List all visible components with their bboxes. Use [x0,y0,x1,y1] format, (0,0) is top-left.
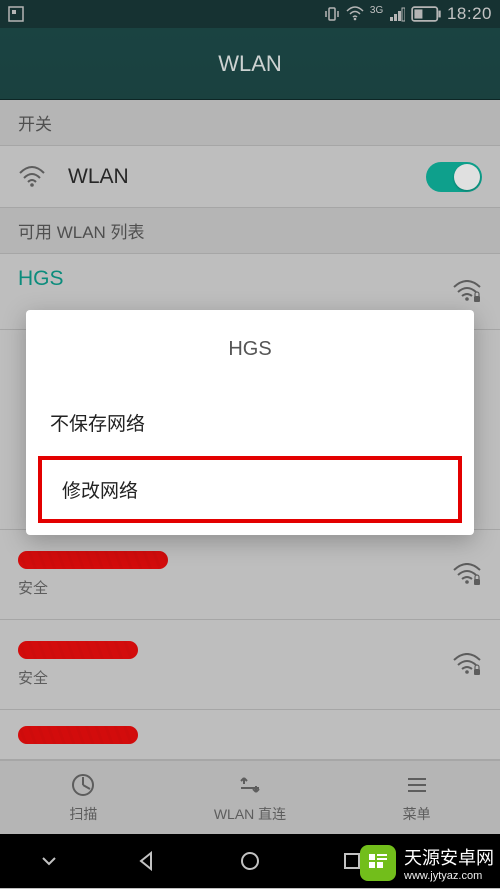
network-row[interactable]: 安全 [0,620,500,710]
scan-icon [70,772,96,798]
tab-label: WLAN 直连 [214,804,286,824]
page-title: WLAN [218,51,282,77]
wifi-icon [18,166,46,188]
network-row[interactable]: HGS [0,254,500,330]
nav-expand-icon[interactable] [39,851,59,871]
network-row[interactable] [0,710,500,760]
title-bar: WLAN [0,28,500,100]
network-type: 3G [370,6,383,22]
bottom-tabs: 扫描 WLAN 直连 菜单 [0,760,500,834]
wlan-toggle-row[interactable]: WLAN [0,146,500,208]
redacted-ssid [18,551,168,569]
wifi-icon [346,6,364,22]
network-sub [18,299,64,316]
direct-icon [237,772,263,798]
watermark: 天源安卓网 www.jytyaz.com [360,843,494,883]
watermark-name: 天源安卓网 [404,844,494,870]
network-row[interactable]: 安全 [0,530,500,620]
tab-label: 菜单 [403,804,431,824]
redacted-ssid [18,726,138,744]
wifi-secure-icon [452,563,482,587]
menu-icon [404,772,430,798]
wifi-secure-icon [452,653,482,677]
tab-menu[interactable]: 菜单 [333,761,500,834]
network-sub: 安全 [18,667,138,688]
clock: 18:20 [447,4,492,24]
battery-icon [411,6,441,22]
redacted-ssid [18,641,138,659]
screenshot-icon [8,6,24,22]
wlan-toggle[interactable] [426,162,482,192]
wlan-label: WLAN [68,165,129,189]
signal-icon [389,6,405,22]
status-bar: 3G 18:20 [0,0,500,28]
watermark-url: www.jytyaz.com [404,870,494,882]
tab-label: 扫描 [69,804,97,824]
tab-scan[interactable]: 扫描 [0,761,167,834]
tab-direct[interactable]: WLAN 直连 [167,761,334,834]
section-switch-header: 开关 [0,100,500,146]
vibrate-icon [324,6,340,22]
watermark-logo [360,845,396,881]
section-available-header: 可用 WLAN 列表 [0,208,500,254]
network-ssid: HGS [18,267,64,291]
nav-back-icon[interactable] [136,849,160,873]
wifi-secure-icon [452,280,482,304]
network-sub: 安全 [18,577,168,598]
nav-home-icon[interactable] [238,849,262,873]
